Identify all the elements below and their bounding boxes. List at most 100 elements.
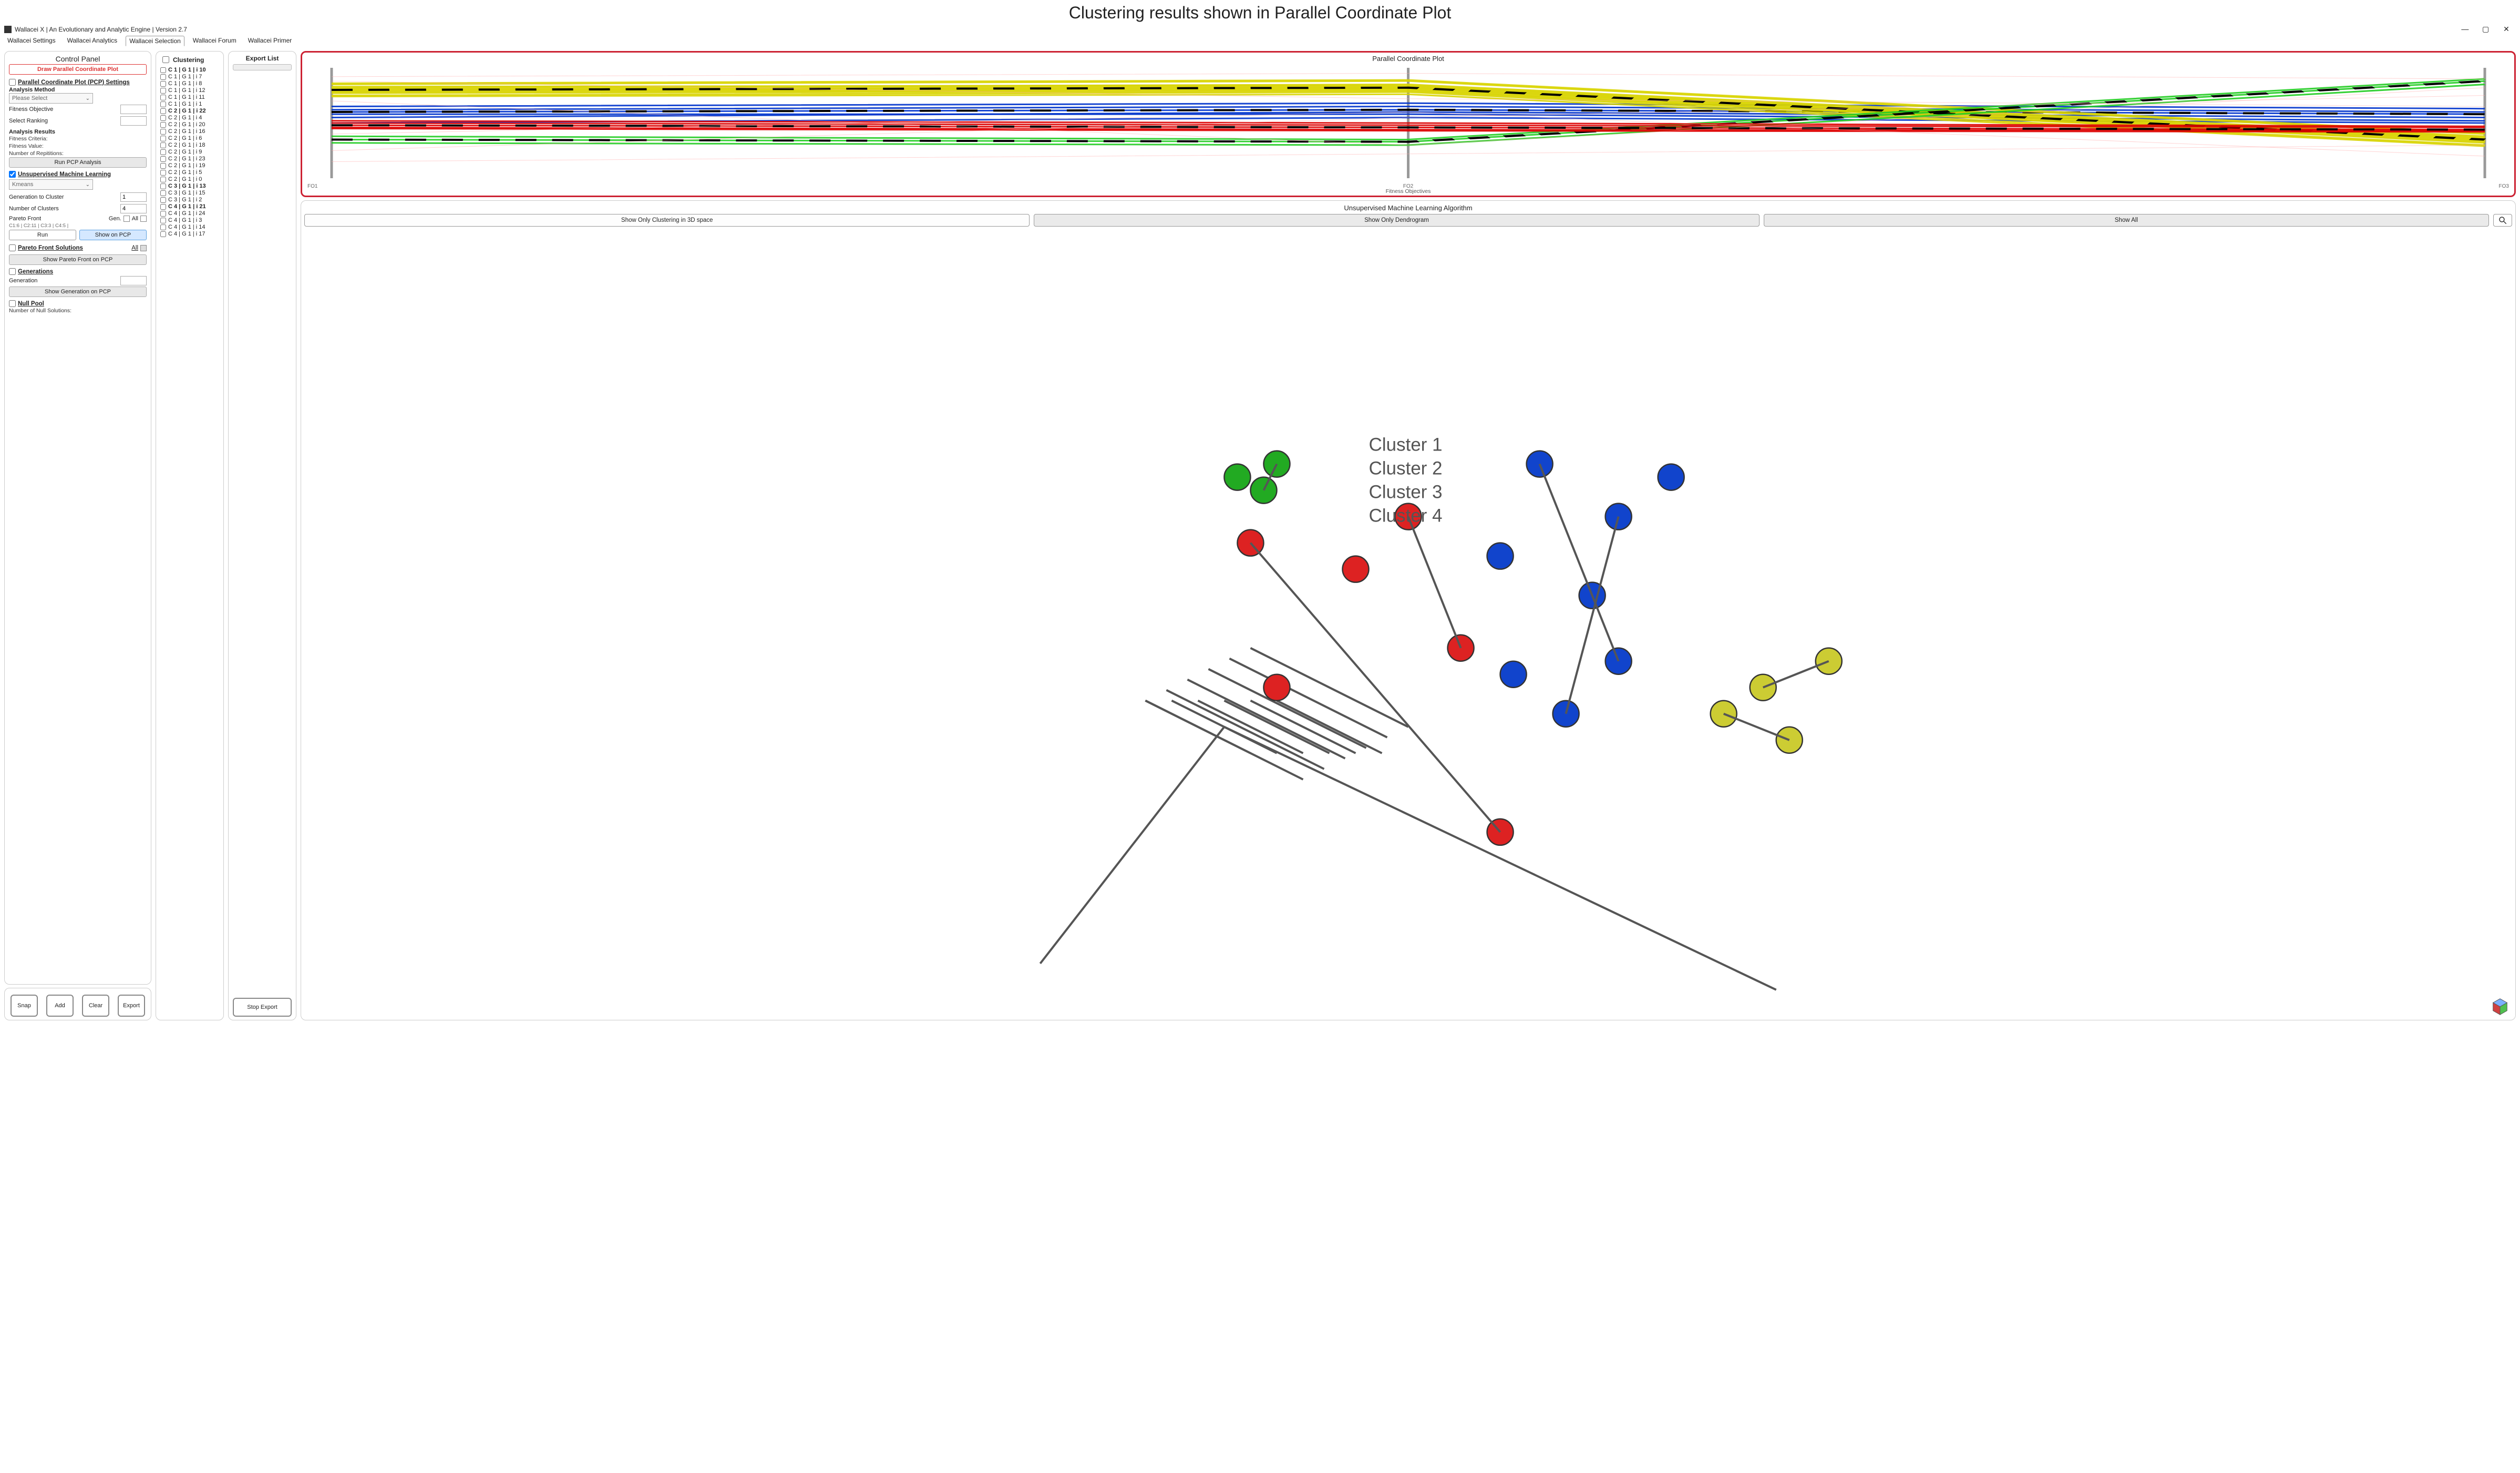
run-pcp-analysis-button[interactable]: Run PCP Analysis	[9, 157, 147, 168]
orientation-cube-icon[interactable]	[2490, 997, 2510, 1017]
tab-wallacei-forum[interactable]: Wallacei Forum	[190, 36, 240, 46]
uml-checkbox[interactable]	[9, 171, 16, 178]
cluster-item[interactable]: C 1 | G 1 | i 10	[160, 67, 219, 73]
show-all-button[interactable]: Show All	[1764, 214, 2489, 227]
analysis-method-select[interactable]: Please Select	[9, 93, 93, 104]
cluster-item-checkbox[interactable]	[160, 211, 166, 217]
cluster-item-checkbox[interactable]	[160, 149, 166, 155]
page-heading: Clustering results shown in Parallel Coo…	[0, 0, 2520, 24]
show-pareto-button[interactable]: Show Pareto Front on PCP	[9, 254, 147, 265]
gen-checkbox[interactable]	[124, 216, 130, 222]
tab-wallacei-selection[interactable]: Wallacei Selection	[126, 36, 184, 46]
cluster-item[interactable]: C 4 | G 1 | i 3	[160, 217, 219, 223]
cluster-item[interactable]: C 3 | G 1 | i 15	[160, 190, 219, 196]
generation-input[interactable]	[120, 276, 147, 285]
stop-export-button[interactable]: Stop Export	[233, 998, 292, 1017]
generations-checkbox[interactable]	[9, 268, 16, 275]
cluster-item[interactable]: C 2 | G 1 | i 0	[160, 176, 219, 182]
clear-button[interactable]: Clear	[82, 995, 109, 1017]
cluster-item[interactable]: C 2 | G 1 | i 6	[160, 135, 219, 141]
cluster-item-checkbox[interactable]	[160, 95, 166, 100]
analysis-method-placeholder: Please Select	[12, 95, 47, 101]
cluster-item-checkbox[interactable]	[160, 190, 166, 196]
select-ranking-input[interactable]	[120, 116, 147, 126]
cluster-item-checkbox[interactable]	[160, 74, 166, 80]
svg-text:Cluster 1: Cluster 1	[1369, 435, 1442, 455]
cluster-item[interactable]: C 1 | G 1 | i 12	[160, 87, 219, 94]
scatter-3d-plot[interactable]: Cluster 1Cluster 2Cluster 3Cluster 4	[304, 227, 2512, 1017]
cluster-item[interactable]: C 1 | G 1 | i 7	[160, 74, 219, 80]
fitness-objective-input[interactable]	[120, 105, 147, 114]
cluster-item[interactable]: C 2 | G 1 | i 18	[160, 142, 219, 148]
cluster-item-checkbox[interactable]	[160, 136, 166, 141]
cluster-item[interactable]: C 2 | G 1 | i 23	[160, 156, 219, 162]
cluster-item-checkbox[interactable]	[160, 224, 166, 230]
uml-method-select[interactable]: Kmeans	[9, 179, 93, 190]
maximize-icon[interactable]: ▢	[2476, 25, 2495, 34]
cluster-item[interactable]: C 2 | G 1 | i 16	[160, 128, 219, 135]
cluster-item-checkbox[interactable]	[160, 218, 166, 223]
cluster-item[interactable]: C 1 | G 1 | i 8	[160, 80, 219, 87]
show-on-pcp-button[interactable]: Show on PCP	[79, 230, 147, 240]
cluster-item[interactable]: C 4 | G 1 | i 21	[160, 203, 219, 210]
cluster-item-checkbox[interactable]	[160, 197, 166, 203]
run-clustering-button[interactable]: Run	[9, 230, 76, 240]
cluster-item-checkbox[interactable]	[160, 156, 166, 162]
cluster-item[interactable]: C 2 | G 1 | i 22	[160, 108, 219, 114]
cluster-item[interactable]: C 2 | G 1 | i 20	[160, 121, 219, 128]
tab-wallacei-primer[interactable]: Wallacei Primer	[245, 36, 295, 46]
tab-wallacei-settings[interactable]: Wallacei Settings	[4, 36, 59, 46]
pareto-solutions-checkbox[interactable]	[9, 244, 16, 251]
cluster-item-checkbox[interactable]	[160, 183, 166, 189]
cluster-item-checkbox[interactable]	[160, 88, 166, 94]
export-button[interactable]: Export	[118, 995, 145, 1017]
cluster-item-checkbox[interactable]	[160, 142, 166, 148]
pareto-all-checkbox[interactable]	[140, 245, 147, 251]
cluster-item[interactable]: C 3 | G 1 | i 2	[160, 197, 219, 203]
cluster-item[interactable]: C 2 | G 1 | i 5	[160, 169, 219, 176]
cluster-item-checkbox[interactable]	[160, 81, 166, 87]
cluster-item-checkbox[interactable]	[160, 204, 166, 210]
add-button[interactable]: Add	[46, 995, 74, 1017]
null-pool-label: Null Pool	[18, 301, 44, 307]
null-pool-checkbox[interactable]	[9, 300, 16, 307]
cluster-item[interactable]: C 4 | G 1 | i 14	[160, 224, 219, 230]
cluster-item-label: C 4 | G 1 | i 21	[168, 203, 206, 210]
pareto-front-label: Pareto Front	[9, 216, 106, 222]
gen-to-cluster-input[interactable]	[120, 192, 147, 202]
cluster-item-checkbox[interactable]	[160, 177, 166, 182]
cluster-item[interactable]: C 1 | G 1 | i 11	[160, 94, 219, 100]
cluster-item-checkbox[interactable]	[160, 122, 166, 128]
cluster-item-checkbox[interactable]	[160, 231, 166, 237]
cluster-item-checkbox[interactable]	[160, 101, 166, 107]
draw-pcp-button[interactable]: Draw Parallel Coordinate Plot	[9, 64, 147, 75]
cluster-item-checkbox[interactable]	[160, 163, 166, 169]
cluster-item[interactable]: C 2 | G 1 | i 4	[160, 115, 219, 121]
pcp-settings-checkbox[interactable]	[9, 79, 16, 86]
cluster-item-label: C 1 | G 1 | i 1	[168, 101, 202, 107]
cluster-item-checkbox[interactable]	[160, 108, 166, 114]
show-clustering-3d-button[interactable]: Show Only Clustering in 3D space	[304, 214, 1030, 227]
snap-button[interactable]: Snap	[11, 995, 38, 1017]
cluster-item-checkbox[interactable]	[160, 129, 166, 135]
cluster-item[interactable]: C 2 | G 1 | i 9	[160, 149, 219, 155]
tab-wallacei-analytics[interactable]: Wallacei Analytics	[64, 36, 121, 46]
num-clusters-input[interactable]	[120, 204, 147, 213]
show-dendrogram-button[interactable]: Show Only Dendrogram	[1034, 214, 1759, 227]
cluster-item[interactable]: C 2 | G 1 | i 19	[160, 162, 219, 169]
cluster-item[interactable]: C 3 | G 1 | i 13	[160, 183, 219, 189]
cluster-item-label: C 2 | G 1 | i 20	[168, 121, 205, 128]
cluster-item-label: C 1 | G 1 | i 11	[168, 94, 205, 100]
all-checkbox[interactable]	[140, 216, 147, 222]
cluster-item[interactable]: C 4 | G 1 | i 24	[160, 210, 219, 217]
clustering-master-checkbox[interactable]	[162, 56, 169, 63]
cluster-item-checkbox[interactable]	[160, 67, 166, 73]
cluster-item[interactable]: C 4 | G 1 | i 17	[160, 231, 219, 237]
cluster-item-checkbox[interactable]	[160, 115, 166, 121]
cluster-item-checkbox[interactable]	[160, 170, 166, 176]
zoom-button[interactable]	[2493, 214, 2512, 227]
show-generation-button[interactable]: Show Generation on PCP	[9, 287, 147, 297]
cluster-item[interactable]: C 1 | G 1 | i 1	[160, 101, 219, 107]
minimize-icon[interactable]: —	[2455, 25, 2474, 33]
close-icon[interactable]: ✕	[2497, 25, 2516, 34]
